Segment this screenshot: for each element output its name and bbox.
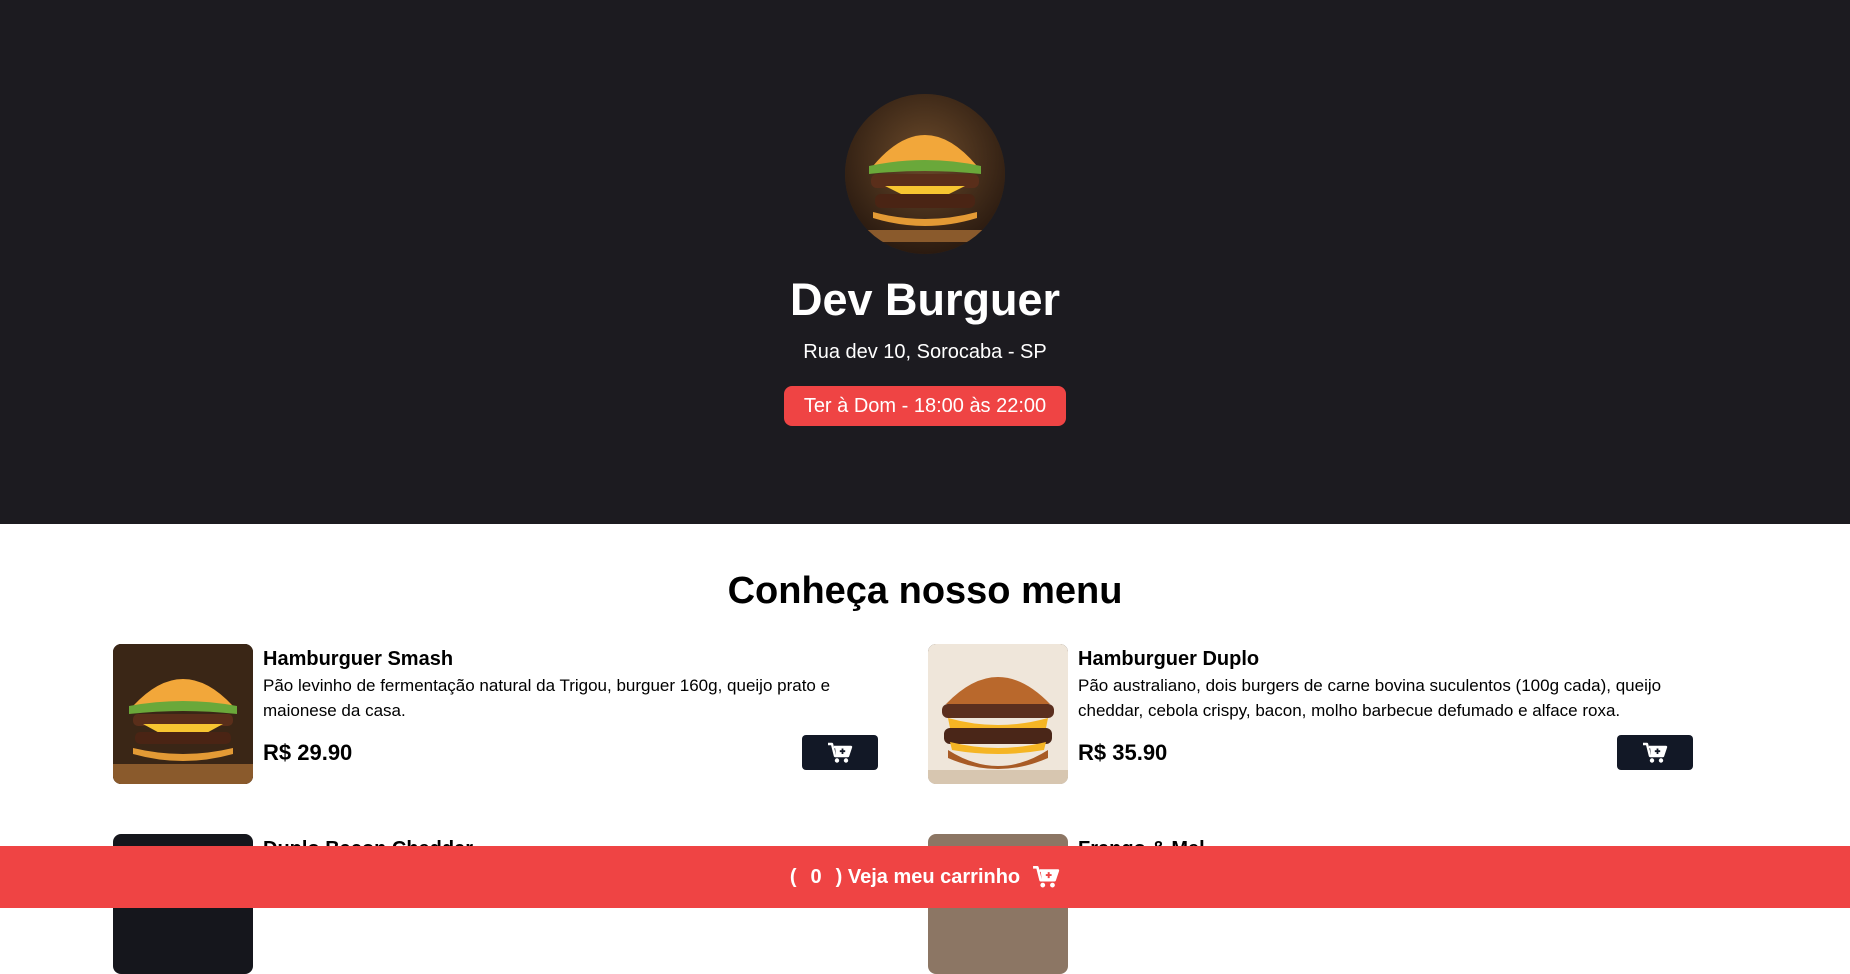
item-description: Pão australiano, dois burgers de carne b… bbox=[1078, 676, 1662, 720]
add-to-cart-button[interactable] bbox=[802, 735, 878, 770]
menu-item: Hamburguer Smash Pão levinho de fermenta… bbox=[113, 644, 928, 784]
menu-grid: Hamburguer Smash Pão levinho de fermenta… bbox=[113, 644, 1693, 974]
item-name: Hamburguer Smash bbox=[263, 648, 454, 670]
cart-count: 0 bbox=[810, 865, 822, 888]
cart-label: ) Veja meu carrinho bbox=[835, 865, 1021, 888]
restaurant-name: Dev Burguer bbox=[789, 274, 1061, 325]
product-image bbox=[113, 644, 253, 784]
item-details: Hamburguer Duplo Pão australiano, dois b… bbox=[1078, 644, 1693, 784]
add-to-cart-button[interactable] bbox=[1617, 735, 1693, 770]
item-name: Hamburguer Duplo bbox=[1078, 648, 1260, 670]
menu-item: Hamburguer Duplo Pão australiano, dois b… bbox=[928, 644, 1693, 784]
item-price: R$ 35.90 bbox=[1078, 739, 1168, 765]
add-to-cart-icon bbox=[1643, 742, 1668, 763]
item-description: Pão levinho de fermentação natural da Tr… bbox=[263, 676, 831, 720]
opening-hours-badge: Ter à Dom - 18:00 às 22:00 bbox=[783, 386, 1067, 426]
item-price: R$ 29.90 bbox=[263, 739, 353, 765]
view-cart-button[interactable]: ( 0 ) Veja meu carrinho bbox=[0, 846, 1850, 908]
item-footer: R$ 29.90 bbox=[263, 735, 878, 770]
add-to-cart-icon bbox=[828, 742, 853, 763]
cart-open-paren: ( bbox=[789, 865, 797, 888]
item-footer: R$ 35.90 bbox=[1078, 735, 1693, 770]
cart-plus-icon bbox=[1032, 865, 1060, 889]
item-details: Hamburguer Smash Pão levinho de fermenta… bbox=[263, 644, 878, 784]
menu-title: Conheça nosso menu bbox=[727, 570, 1123, 612]
burger-logo bbox=[845, 94, 1005, 254]
hero-header: Dev Burguer Rua dev 10, Sorocaba - SP Te… bbox=[0, 0, 1850, 524]
restaurant-address: Rua dev 10, Sorocaba - SP bbox=[803, 341, 1047, 363]
product-image bbox=[928, 644, 1068, 784]
